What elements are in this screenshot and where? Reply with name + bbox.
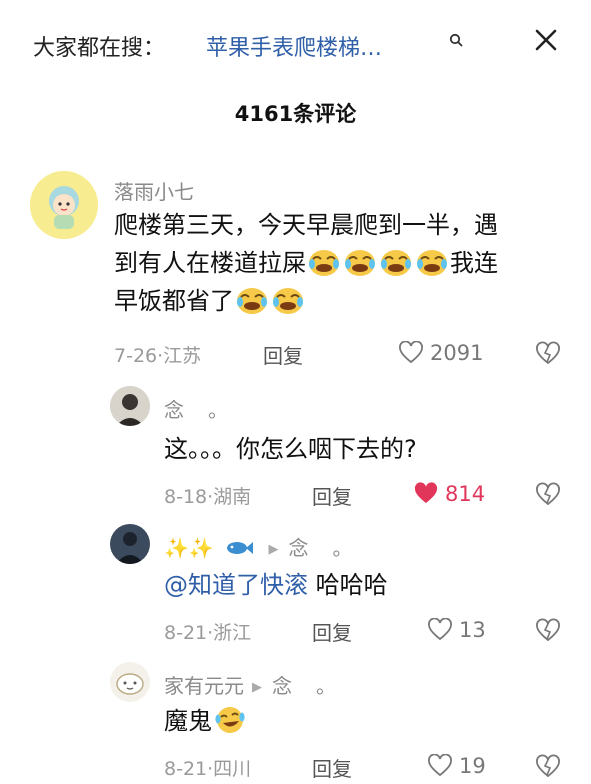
mention-link[interactable]: @知道了快滚 xyxy=(164,571,308,599)
username[interactable]: 落雨小七 xyxy=(114,176,194,205)
search-prefix: 大家都在搜： xyxy=(33,36,166,61)
like-button[interactable]: 2091 xyxy=(398,340,483,366)
like-count: 2091 xyxy=(430,341,484,365)
comment-text: 魔鬼 xyxy=(164,702,248,740)
comment-text: 这。。。你怎么咽下去的? xyxy=(164,435,417,463)
username-text: 家有元元 xyxy=(164,674,244,698)
comment-date-location: 8-21·浙江 xyxy=(164,622,252,644)
reply-to-suffix: 。 xyxy=(316,674,336,698)
like-button[interactable]: 13 xyxy=(427,617,486,643)
cartoon-girl-icon xyxy=(30,171,98,239)
cry-laugh-emoji-icon xyxy=(381,250,411,276)
fish-icon xyxy=(227,542,254,554)
reply-button[interactable]: 回复 xyxy=(312,481,352,510)
username-suffix: 。 xyxy=(208,398,228,422)
like-button[interactable]: 19 xyxy=(427,753,486,779)
broken-heart-icon[interactable] xyxy=(534,753,562,779)
username[interactable]: 念。 xyxy=(164,394,228,423)
username[interactable]: 家有元元 ▶ 念。 xyxy=(164,670,336,699)
comment-text-line: 到有人在楼道拉屎 我连 xyxy=(114,244,574,282)
broken-heart-icon[interactable] xyxy=(534,481,562,507)
comments-count-title: 4161条评论 xyxy=(234,102,357,126)
avatar[interactable] xyxy=(110,386,150,426)
reply-button[interactable]: 回复 xyxy=(312,753,352,782)
person-dark-icon xyxy=(110,524,150,564)
reply-to-suffix: 。 xyxy=(332,536,353,560)
comment-text-segment: 魔鬼 xyxy=(164,707,212,735)
reply-button[interactable]: 回复 xyxy=(312,617,352,646)
comment-date-location: 7-26·江苏 xyxy=(114,345,202,367)
cry-laugh-emoji-icon xyxy=(417,250,447,276)
comment-text-segment: 我连 xyxy=(450,249,498,277)
cartoon-sketch-icon xyxy=(110,662,150,702)
like-button[interactable]: 814 xyxy=(413,481,485,507)
reply-to-name: 念 xyxy=(272,674,292,698)
like-count: 19 xyxy=(459,754,486,778)
broken-heart-icon[interactable] xyxy=(534,617,562,643)
cry-laugh-emoji-icon xyxy=(309,250,339,276)
cry-laugh-emoji-icon xyxy=(345,250,375,276)
cry-laugh-emoji-icon xyxy=(237,288,267,314)
reply-to-name: 念 xyxy=(288,536,309,560)
reply-arrow-icon: ▶ xyxy=(252,680,262,695)
close-icon[interactable] xyxy=(528,22,564,58)
comment-text-segment: 到有人在楼道拉屎 xyxy=(114,249,306,277)
heart-outline-icon xyxy=(428,754,452,777)
broken-heart-icon[interactable] xyxy=(534,340,562,366)
comment-date-location: 8-18·湖南 xyxy=(164,486,252,508)
comment-text: 爬楼第三天，今天早晨爬到一半，遇 到有人在楼道拉屎 我连 早饭都省了 xyxy=(114,206,574,320)
username-sparkles: ✨✨ xyxy=(164,536,214,560)
search-term-link[interactable]: 苹果手表爬楼梯… xyxy=(206,30,382,62)
username[interactable]: ✨✨ ▶ 念。 xyxy=(164,532,353,561)
heart-outline-icon xyxy=(428,618,452,641)
avatar[interactable] xyxy=(110,662,150,702)
heart-filled-icon xyxy=(414,482,438,503)
comment-text: @知道了快滚 哈哈哈 xyxy=(164,566,388,604)
avatar[interactable] xyxy=(110,524,150,564)
comment-date-location: 8-21·四川 xyxy=(164,758,252,780)
comment-text-line: 爬楼第三天，今天早晨爬到一半，遇 xyxy=(114,211,498,239)
heart-outline-icon xyxy=(399,341,423,364)
username-text: 念 xyxy=(164,398,184,422)
comment-text-segment: 哈哈哈 xyxy=(308,571,388,599)
avatar[interactable] xyxy=(30,171,98,239)
like-count: 13 xyxy=(459,618,486,642)
tears-of-joy-emoji-icon xyxy=(215,707,245,733)
person-silhouette-icon xyxy=(110,386,150,426)
comment-text-line: 早饭都省了 xyxy=(114,282,574,320)
search-icon[interactable] xyxy=(449,33,463,47)
comments-page: 大家都在搜： 苹果手表爬楼梯… 4161条评论 落雨小七 爬楼第三天，今天早晨爬… xyxy=(0,0,591,784)
reply-button[interactable]: 回复 xyxy=(263,340,303,369)
search-bar[interactable]: 大家都在搜： 苹果手表爬楼梯… xyxy=(0,0,591,88)
reply-arrow-icon: ▶ xyxy=(268,542,279,557)
cry-laugh-emoji-icon xyxy=(273,288,303,314)
comment-text-segment: 早饭都省了 xyxy=(114,287,234,315)
like-count: 814 xyxy=(445,482,486,506)
